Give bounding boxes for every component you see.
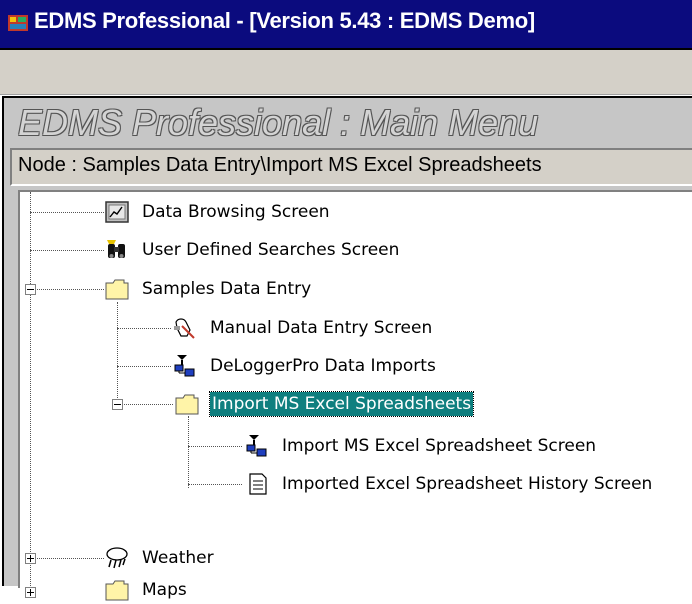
tree-item-import-excel[interactable]: Import MS Excel Spreadsheets [174,390,514,418]
collapse-toggle-samples[interactable] [25,284,36,295]
tree-line-root [30,192,31,588]
tree-line [30,558,104,559]
network-import-icon [246,435,267,457]
network-import-icon [174,355,195,377]
main-menu-window: EDMS Professional : Main Menu Node : Sam… [2,96,692,601]
menu-tree[interactable]: Data Browsing Screen User Defined Search… [18,190,692,601]
tree-line [117,366,171,367]
tree-item-label: Import MS Excel Spreadsheet Screen [282,436,597,456]
tree-item-data-browsing[interactable]: Data Browsing Screen [104,198,364,226]
tree-item-label: Data Browsing Screen [142,202,330,222]
tree-item-import-history[interactable]: Imported Excel Spreadsheet History Scree… [244,470,692,498]
tree-item-label: Imported Excel Spreadsheet History Scree… [282,474,653,494]
tree-line [188,484,242,485]
edms-app-icon[interactable] [7,13,29,33]
tree-item-label: Maps [142,580,187,600]
tree-item-import-excel-screen[interactable]: Import MS Excel Spreadsheet Screen [244,432,684,460]
node-path-text: Node : Samples Data Entry\Import MS Exce… [18,154,542,176]
tree-item-delogger-imports[interactable]: DeLoggerPro Data Imports [172,352,472,380]
folder-icon [105,279,129,300]
tree-line [30,250,104,251]
tree-line [117,328,171,329]
expand-toggle-maps[interactable] [25,587,36,598]
tree-item-label: Samples Data Entry [142,279,312,299]
tree-item-label: Manual Data Entry Screen [210,318,433,338]
tree-item-weather[interactable]: Weather [104,544,304,572]
hand-pen-icon [174,318,195,339]
collapse-toggle-import-excel[interactable] [112,399,123,410]
tree-line [117,404,173,405]
tree-line [30,289,104,290]
folder-icon [105,580,129,601]
tree-line-level2 [188,416,189,488]
tree-line-level1 [117,302,118,400]
title-bar[interactable]: EDMS Professional - [Version 5.43 : EDMS… [0,0,692,50]
tree-item-label: Weather [142,548,214,568]
node-path-bar: Node : Samples Data Entry\Import MS Exce… [10,148,692,186]
tree-item-samples-data-entry[interactable]: Samples Data Entry [104,275,344,303]
document-icon [249,473,267,495]
menu-strip [0,50,692,95]
tree-item-maps[interactable]: Maps [104,576,304,604]
expand-toggle-weather[interactable] [25,553,36,564]
folder-icon [175,394,199,415]
tree-item-label: DeLoggerPro Data Imports [210,356,436,376]
tree-line [30,212,104,213]
chart-screen-icon [105,201,129,223]
tree-item-user-searches[interactable]: User Defined Searches Screen [104,236,424,264]
tree-item-manual-entry[interactable]: Manual Data Entry Screen [172,314,472,342]
tree-item-label: User Defined Searches Screen [142,240,400,260]
main-menu-heading: EDMS Professional : Main Menu [18,102,539,143]
weather-icon [106,547,128,569]
tree-line [188,446,242,447]
binoculars-icon [107,240,125,258]
window-title: EDMS Professional - [Version 5.43 : EDMS… [34,8,535,33]
tree-item-label: Import MS Excel Spreadsheets [208,391,475,417]
